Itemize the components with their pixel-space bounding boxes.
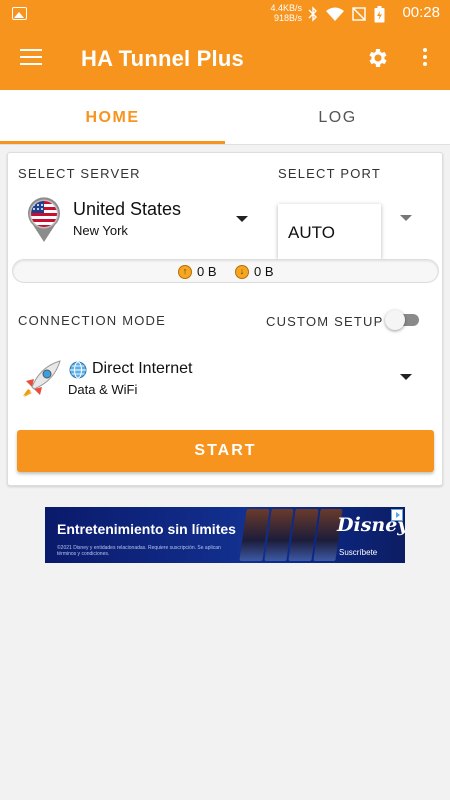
connection-mode-subtitle: Data & WiFi [68,382,138,397]
custom-setup-label: CUSTOM SETUP [266,314,384,329]
upload-counter: ↑ 0 B [178,264,217,279]
network-speed: 4.4KB/s 918B/s [258,3,302,23]
traffic-counter-bar: ↑ 0 B ↓ 0 B [12,259,439,283]
wifi-icon [326,7,344,21]
ad-fine-print: ©2021 Disney y entidades relacionadas. R… [57,545,221,557]
menu-icon[interactable] [20,49,42,67]
start-button[interactable]: START [17,430,434,472]
status-icons [308,5,385,23]
upload-arrow-icon: ↑ [178,264,192,279]
connection-mode-value: Direct Internet [92,360,193,377]
select-server-label: SELECT SERVER [18,166,141,181]
no-signal-icon [352,7,366,21]
download-arrow-icon: ↓ [235,264,249,279]
rocket-icon [23,360,61,397]
clock: 00:28 [402,4,440,21]
bluetooth-icon [308,6,317,22]
connection-card: SELECT SERVER SELECT PORT United States … [7,152,443,486]
settings-gear-icon[interactable] [366,46,390,70]
tab-indicator [0,141,225,144]
port-dropdown-menu[interactable]: AUTO [278,204,381,259]
server-city: New York [73,223,128,238]
select-port-label: SELECT PORT [278,166,382,181]
status-bar: 4.4KB/s 918B/s 00:28 [0,0,450,28]
server-dropdown-caret-icon[interactable] [236,216,248,222]
tab-home[interactable]: HOME [0,90,225,145]
custom-setup-toggle[interactable] [385,310,421,330]
upload-bytes: 0 B [197,264,217,279]
connection-mode-label: CONNECTION MODE [18,313,166,328]
ad-headline: Entretenimiento sin límites [57,521,236,537]
tab-log[interactable]: LOG [225,90,450,145]
ad-posters-image [239,509,343,561]
battery-icon [374,5,385,22]
image-notification-icon [12,7,27,20]
net-up-speed: 4.4KB/s [270,3,302,13]
port-option-auto[interactable]: AUTO [288,223,335,242]
more-options-icon[interactable] [420,48,430,70]
us-flag-pin-icon [28,197,61,242]
net-down-speed: 918B/s [273,13,302,23]
ad-choices-icon[interactable] [391,509,403,521]
app-bar: HA Tunnel Plus [0,28,450,90]
globe-icon [69,361,87,379]
download-bytes: 0 B [254,264,274,279]
mode-dropdown-caret-icon[interactable] [400,374,412,380]
ad-banner[interactable]: Entretenimiento sin límites ©2021 Disney… [45,507,405,563]
port-dropdown-caret-icon[interactable] [400,215,412,221]
ad-cta[interactable]: Suscríbete [339,548,377,557]
toggle-knob [385,310,405,330]
server-country: United States [73,199,182,219]
download-counter: ↓ 0 B [235,264,274,279]
tab-bar: HOME LOG [0,90,450,145]
app-title: HA Tunnel Plus [81,46,244,71]
